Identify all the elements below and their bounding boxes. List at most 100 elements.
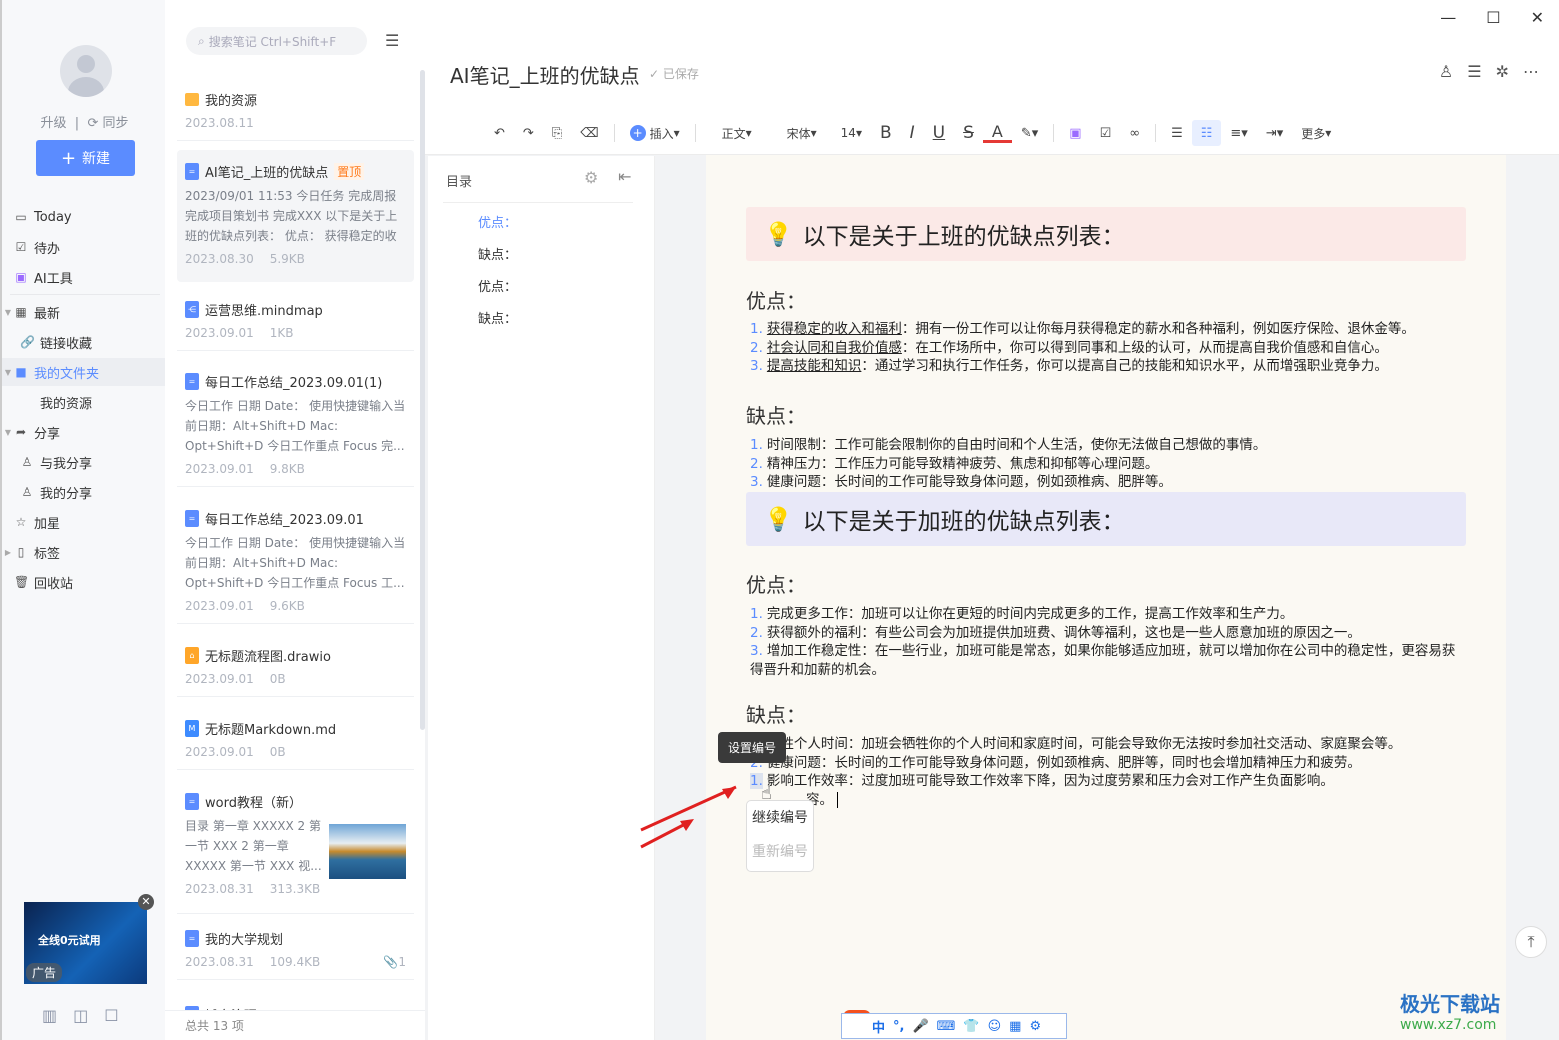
format-painter-icon[interactable]: ⎘ [543,120,571,146]
nav-item-tags[interactable]: ▶ ▯ 标签 [2,538,167,566]
settings-icon[interactable]: ⚙ [584,168,598,187]
editor: — ☐ ✕ AI笔记_上班的优缺点 ✓ 已保存 ♙ ☰ ✲ ⋯ ↶ ↷ ⎘ ⌫ + 插入 ▾ … [425,0,1559,1040]
nav-item-shared-with-me[interactable]: ♙ 与我分享 [2,448,167,476]
list-item[interactable]: = word教程（新） 目录 第一章 XXXXX 2 第一节 XXX 2 第一章 X… [177,780,414,914]
strikethrough-button[interactable]: S [954,120,983,146]
callout-banner: 💡 以下是关于上班的优缺点列表： [746,207,1466,261]
list-item[interactable]: ⋲ 运营思维.mindmap 2023.09.01 1KB [177,288,414,351]
list-item[interactable]: 我的资源 2023.08.11 [177,78,414,141]
upgrade-link[interactable]: 升级 [41,116,67,131]
nav-item-my-resources[interactable]: 我的资源 [2,388,167,416]
avatar[interactable] [60,45,112,97]
caret-down-icon[interactable]: ▼ [2,428,14,437]
list-item: 3. 提高技能和知识：通过学习和执行工作任务，你可以提高自己的技能和知识水平，从而… [750,358,1388,374]
undo-icon[interactable]: ↶ [485,120,514,146]
document-title[interactable]: AI笔记_上班的优缺点 [450,60,640,89]
nav-item-today[interactable]: ▭ Today [2,203,167,231]
pinned-badge: 置顶 [334,162,365,180]
two-column-view-icon[interactable]: ◫ [73,1006,88,1025]
redo-icon[interactable]: ↷ [514,120,543,146]
indent-icon[interactable]: ⇥▾ [1257,120,1292,146]
document-page[interactable]: 💡 以下是关于上班的优缺点列表： 优点： 1. 获得稳定的收入和福利：拥有一份工作可… [640,155,1506,1040]
nav-item-my-folder[interactable]: ▼ ■ 我的文件夹 [2,358,167,386]
list-item-selected[interactable]: = AI笔记_上班的优缺点 置顶 2023/09/01 11:53 今日任务 完成周报… [177,150,414,282]
keyboard-icon[interactable]: ⌨ [937,1019,956,1034]
checkbox-icon[interactable]: ☑ [1091,120,1121,146]
microphone-icon[interactable]: 🎤 [912,1019,928,1034]
ad-banner[interactable]: 全线0元试用 广告 [24,902,147,984]
heading: 优点： [746,289,806,313]
more-icon[interactable]: ⋯ [1523,62,1539,81]
link-icon[interactable]: ∞ [1120,120,1149,146]
continue-numbering-item[interactable]: 继续编号 [747,801,813,835]
nav-item-recent[interactable]: ▼ ▦ 最新 [2,298,167,326]
underline-button[interactable]: U [924,120,954,146]
new-button[interactable]: + 新建 [36,140,135,176]
nav-item-share[interactable]: ▼ ➦ 分享 [2,418,167,446]
restart-numbering-item[interactable]: 重新编号 [747,835,813,869]
bullet-list-icon[interactable]: ☰ [1162,120,1192,146]
nav-item-my-shares[interactable]: ♙ 我的分享 [2,478,167,506]
single-view-icon[interactable]: ☐ [104,1006,118,1025]
emoji-icon[interactable]: ☺ [988,1019,1002,1034]
more-button[interactable]: 更多 ▾ [1292,120,1340,146]
find-icon[interactable]: ☰ [1467,62,1481,81]
nav-item-trash[interactable]: 🗑 回收站 [2,568,167,596]
nav-item-todo[interactable]: ☑ 待办 [2,233,167,261]
close-button[interactable]: ✕ [1531,8,1544,27]
eraser-icon[interactable]: ⌫ [571,120,607,146]
list-item: 1.牺牲个人时间：加班会牺牲你的个人时间和家庭时间，可能会导致你无法按时参加社交… [750,736,1402,752]
toc-item[interactable]: 优点： [478,276,517,295]
apps-icon[interactable]: ▦ [1009,1019,1021,1034]
ime-mode[interactable]: 中 [872,1017,885,1036]
share-user-icon[interactable]: ♙ [1439,62,1453,81]
list-item[interactable]: M 无标题Markdown.md 2023.09.01 0B [177,707,414,770]
three-column-view-icon[interactable]: ▥ [42,1006,57,1025]
minimize-button[interactable]: — [1440,8,1456,27]
nav-item-ai-tools[interactable]: ▣ AI工具 [2,263,167,291]
settings-icon[interactable]: ⚙ [1029,1019,1041,1034]
numbered-list: 1. 完成更多工作：加班可以让你在更短的时间内完成更多的工作，提高工作效率和生产力… [750,605,1462,679]
ai-icon[interactable]: ▣ [1060,120,1090,146]
sort-icon[interactable]: ☰ [385,31,399,50]
list-item: 1. 完成更多工作：加班可以让你在更短的时间内完成更多的工作，提高工作效率和生产力… [750,606,1294,622]
sync-link[interactable]: 同步 [102,116,128,131]
list-item[interactable]: ⌂ 无标题流程图.drawio 2023.09.01 0B [177,634,414,697]
skin-icon[interactable]: 👕 [963,1019,979,1034]
list-item[interactable]: = 每日工作总结_2023.09.01(1) 今日工作 日期 Date： 使用快捷键… [177,360,414,487]
saved-status: ✓ 已保存 [649,67,699,81]
folder-icon [185,92,199,106]
back-to-top-button[interactable]: ⤒ [1515,926,1547,958]
font-size-select[interactable]: 14 ▾ [832,120,871,146]
caret-down-icon[interactable]: ▼ [2,368,14,377]
annotation-arrows [640,785,737,849]
nav-item-link-collection[interactable]: 🔗 链接收藏 [2,328,167,356]
bold-button[interactable]: B [871,120,901,146]
numbered-list-icon[interactable]: ☷ [1191,120,1222,146]
font-color-button[interactable]: A [982,122,1012,143]
toc-item[interactable]: 优点： [478,212,517,231]
nav-item-starred[interactable]: ☆ 加星 [2,508,167,536]
caret-right-icon[interactable]: ▶ [2,548,14,557]
toc-item[interactable]: 缺点： [478,244,517,263]
paragraph-style-select[interactable]: 正文 ▾ [702,120,772,146]
insert-button[interactable]: + 插入 ▾ [621,120,689,146]
checkbox-icon: ☑ [15,240,27,254]
search-input[interactable]: ⌕ 搜索笔记 Ctrl+Shift+F [186,27,367,55]
sync-icon[interactable]: ⟳ [87,116,98,131]
plus-circle-icon: + [629,125,646,141]
list-item[interactable]: = 每日工作总结_2023.09.01 今日工作 日期 Date： 使用快捷键输入当… [177,497,414,624]
highlight-icon[interactable]: ✎▾ [1012,120,1047,146]
italic-button[interactable]: I [901,120,924,146]
font-select[interactable]: 宋体 ▾ [772,120,832,146]
plus-icon: + [60,147,77,169]
caret-down-icon[interactable]: ▼ [2,308,14,317]
list-item[interactable]: = 我的大学规划 2023.08.31 109.4KB 📎1 [177,917,414,980]
align-icon[interactable]: ≡▾ [1221,120,1256,146]
maximize-button[interactable]: ☐ [1486,8,1500,27]
mindmap-icon[interactable]: ✲ [1496,62,1509,81]
collapse-icon[interactable]: ⇤ [618,167,631,186]
ad-close-icon[interactable]: ✕ [138,894,154,910]
punctuation-icon[interactable]: °, [893,1019,904,1034]
toc-item[interactable]: 缺点： [478,308,517,327]
